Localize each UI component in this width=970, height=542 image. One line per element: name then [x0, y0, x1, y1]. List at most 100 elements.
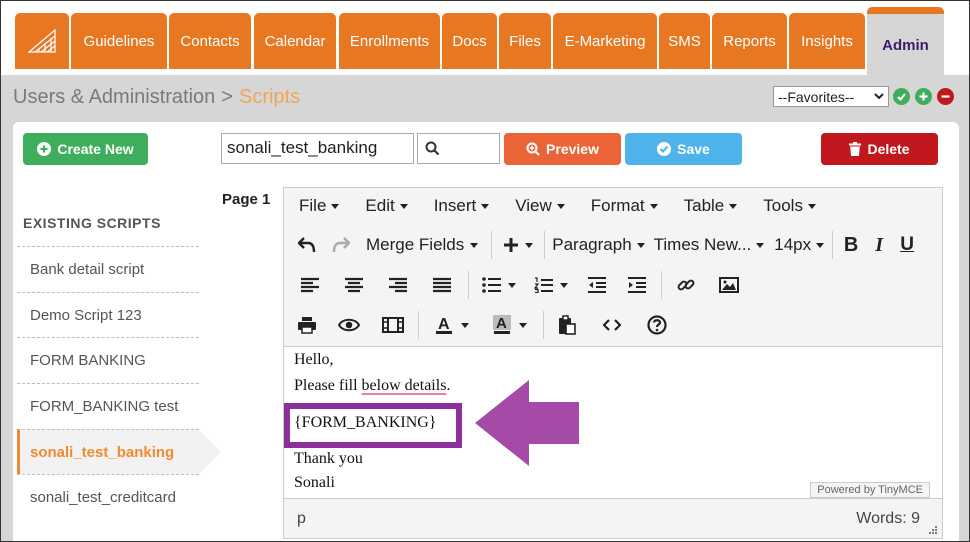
menu-edit[interactable]: Edit	[352, 196, 420, 216]
insert-plus-dropdown[interactable]	[496, 229, 540, 261]
menu-view[interactable]: View	[502, 196, 578, 216]
caret-down-icon	[556, 203, 565, 209]
search-icon	[425, 141, 440, 156]
nav-files[interactable]: Files	[499, 13, 551, 69]
caret-down-icon	[756, 242, 765, 248]
print-icon[interactable]	[288, 309, 326, 341]
nav-insights[interactable]: Insights	[789, 13, 865, 69]
content-line-instruction: Please fill below details.	[294, 377, 450, 395]
preview-button[interactable]: Preview	[504, 133, 621, 165]
create-new-button[interactable]: Create New	[23, 133, 148, 165]
nav-docs[interactable]: Docs	[442, 13, 497, 69]
numbered-list-dropdown[interactable]	[525, 269, 577, 301]
breadcrumb-root[interactable]: Users & Administration	[13, 86, 215, 108]
resize-handle-icon[interactable]	[928, 525, 938, 535]
powered-by-link[interactable]: Powered by TinyMCE	[810, 482, 930, 498]
undo-icon[interactable]	[288, 229, 326, 261]
element-path[interactable]: p	[297, 510, 306, 528]
search-button[interactable]	[417, 133, 500, 164]
plus-circle-icon[interactable]	[915, 88, 932, 105]
align-right-icon[interactable]	[376, 269, 420, 301]
block-format-dropdown[interactable]: Paragraph	[549, 229, 647, 261]
paste-icon[interactable]	[548, 309, 586, 341]
script-item-form-banking-test[interactable]: FORM_BANKING test	[17, 383, 199, 429]
nav-label: Reports	[723, 32, 776, 50]
nav-reports[interactable]: Reports	[712, 13, 787, 69]
trash-icon	[849, 142, 862, 156]
caret-down-icon	[461, 322, 469, 328]
redo-icon[interactable]	[326, 229, 356, 261]
nav-label: SMS	[668, 32, 701, 50]
save-button[interactable]: Save	[625, 133, 742, 165]
check-circle-icon[interactable]	[893, 88, 910, 105]
outdent-icon[interactable]	[577, 269, 617, 301]
menu-format[interactable]: Format	[578, 196, 671, 216]
nav-sms[interactable]: SMS	[659, 13, 710, 69]
toolbar-divider	[832, 231, 834, 259]
toolbar-divider	[491, 231, 493, 259]
background-color-dropdown[interactable]: A	[481, 309, 539, 341]
script-item-form-banking[interactable]: FORM BANKING	[17, 337, 199, 383]
app-logo-icon[interactable]	[15, 13, 69, 69]
preview-eye-icon[interactable]	[326, 309, 372, 341]
media-icon[interactable]	[372, 309, 414, 341]
font-family-dropdown[interactable]: Times New...	[648, 229, 771, 261]
text-color-dropdown[interactable]: A	[423, 309, 481, 341]
script-name-input[interactable]: sonali_test_banking	[221, 133, 414, 164]
align-center-icon[interactable]	[332, 269, 376, 301]
script-item-sonali-test-creditcard[interactable]: sonali_test_creditcard	[17, 474, 199, 520]
source-code-icon[interactable]	[586, 309, 638, 341]
caret-down-icon	[481, 203, 490, 209]
italic-icon[interactable]: I	[865, 229, 893, 261]
link-icon[interactable]	[666, 269, 706, 301]
font-size-value: 14px	[774, 235, 812, 254]
script-item-demo-123[interactable]: Demo Script 123	[17, 291, 199, 338]
nav-contacts[interactable]: Contacts	[169, 13, 251, 69]
underline-icon[interactable]: U	[893, 229, 921, 261]
chevron-down-icon	[874, 93, 884, 100]
menu-tools[interactable]: Tools	[750, 196, 829, 216]
bold-icon[interactable]: B	[837, 229, 865, 261]
nav-calendar[interactable]: Calendar	[254, 13, 336, 69]
nav-enrollments[interactable]: Enrollments	[339, 13, 440, 69]
help-icon[interactable]	[638, 309, 676, 341]
caret-down-icon	[636, 242, 645, 248]
delete-button[interactable]: Delete	[821, 133, 938, 165]
font-size-dropdown[interactable]: 14px	[770, 229, 828, 261]
nav-label: Docs	[452, 32, 487, 50]
merge-fields-dropdown[interactable]: Merge Fields	[356, 229, 487, 261]
breadcrumb-separator: >	[221, 86, 233, 108]
caret-down-icon	[560, 282, 568, 288]
caret-down-icon	[807, 203, 816, 209]
caret-down-icon	[399, 203, 408, 209]
bullet-list-dropdown[interactable]	[473, 269, 525, 301]
minus-circle-icon[interactable]	[937, 88, 954, 105]
nav-e-marketing[interactable]: E-Marketing	[553, 13, 657, 69]
menu-file[interactable]: File	[284, 196, 352, 216]
menu-table[interactable]: Table	[671, 196, 751, 216]
image-icon[interactable]	[706, 269, 752, 301]
nav-admin[interactable]: Admin	[867, 14, 944, 76]
caret-down-icon	[508, 282, 516, 288]
favorites-select[interactable]: --Favorites--	[773, 86, 889, 107]
script-item-sonali-test-banking[interactable]: sonali_test_banking	[17, 428, 221, 475]
save-label: Save	[677, 141, 710, 157]
menu-insert[interactable]: Insert	[421, 196, 503, 216]
toolbar-divider	[544, 231, 546, 259]
nav-label: Contacts	[180, 32, 240, 50]
align-left-icon[interactable]	[288, 269, 332, 301]
content-line-thanks: Thank you	[294, 450, 363, 467]
script-item-label: FORM_BANKING test	[30, 397, 179, 415]
app-window: Guidelines Contacts Calendar Enrollments…	[0, 0, 970, 542]
align-justify-icon[interactable]	[420, 269, 464, 301]
zoom-in-icon	[526, 142, 540, 156]
indent-icon[interactable]	[617, 269, 657, 301]
annotation-arrow-icon	[475, 380, 579, 466]
editor-content[interactable]: Hello, Please fill below details. {FORM_…	[284, 346, 942, 498]
toolbar-row-1: Merge Fields Paragraph Times New... 14px…	[284, 225, 942, 265]
nav-guidelines[interactable]: Guidelines	[71, 13, 167, 69]
menu-label: Insert	[433, 196, 477, 215]
script-item-bank-detail[interactable]: Bank detail script	[17, 246, 199, 292]
menu-label: Tools	[763, 196, 803, 215]
scripts-list: Bank detail script Demo Script 123 FORM …	[17, 246, 221, 520]
